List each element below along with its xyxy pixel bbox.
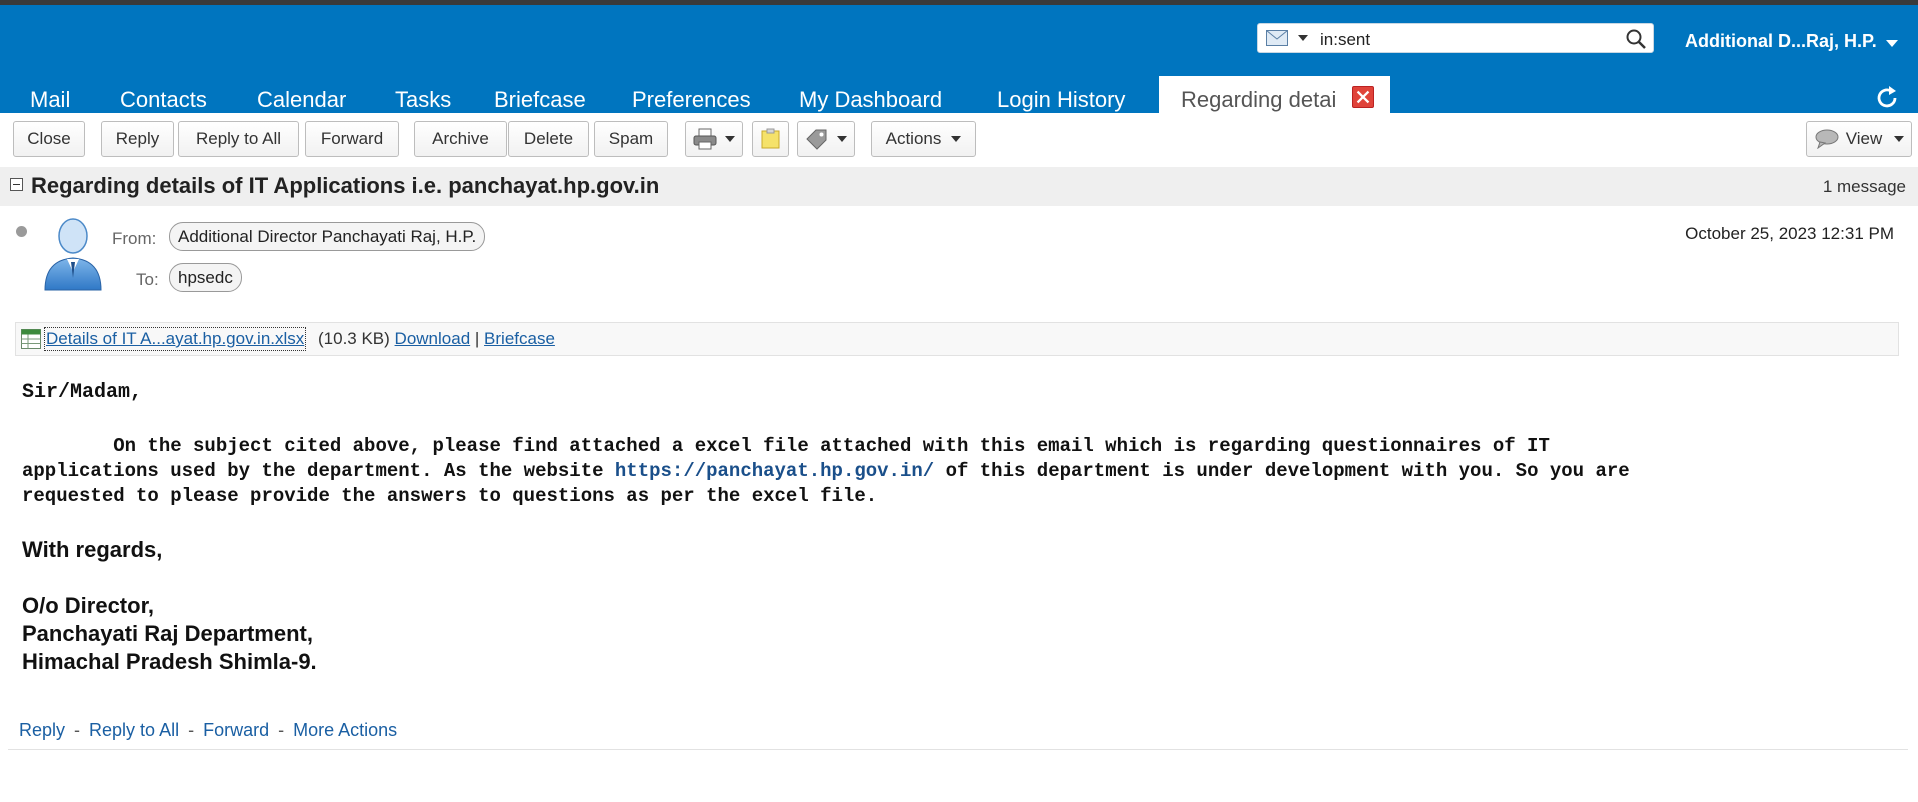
spam-button[interactable]: Spam (594, 121, 668, 157)
attachment-meta: (10.3 KB) Download | Briefcase (318, 329, 555, 349)
conversation-view-icon (1815, 129, 1839, 149)
tab-briefcase[interactable]: Briefcase (494, 87, 586, 113)
view-button[interactable]: View (1806, 121, 1912, 157)
tab-tasks[interactable]: Tasks (395, 87, 451, 113)
sticky-note-button[interactable] (752, 121, 789, 157)
tag-button[interactable] (797, 121, 855, 157)
tab-contacts[interactable]: Contacts (120, 87, 207, 113)
close-tab-icon[interactable] (1352, 86, 1374, 108)
actions-caret-icon (951, 136, 962, 142)
message-count: 1 message (1822, 177, 1906, 196)
search-input[interactable]: in:sent (1320, 30, 1370, 50)
print-button[interactable] (685, 121, 743, 157)
footer-separator: - (188, 720, 195, 740)
tab-my-dashboard[interactable]: My Dashboard (799, 87, 942, 113)
search-type-caret-icon[interactable] (1298, 35, 1308, 41)
user-menu[interactable]: Additional D...Raj, H.P. (1685, 31, 1877, 52)
attachment-filename-link[interactable]: Details of IT A...ayat.hp.gov.in.xlsx (44, 327, 307, 351)
signature-line-3: Himachal Pradesh Shimla-9. (22, 649, 317, 674)
to-label: To: (136, 270, 159, 289)
tag-icon (806, 129, 827, 150)
tab-mail[interactable]: Mail (30, 87, 70, 113)
message-toolbar: Close Reply Reply to All Forward Archive… (0, 113, 1918, 165)
archive-button[interactable]: Archive (414, 121, 507, 157)
footer-separator: - (278, 720, 285, 740)
attachment-briefcase-link[interactable]: Briefcase (484, 329, 555, 348)
tab-preferences[interactable]: Preferences (632, 87, 751, 113)
actions-button[interactable]: Actions (871, 121, 976, 157)
tab-regarding-details[interactable]: Regarding detai (1159, 76, 1390, 118)
website-link[interactable]: https://panchayat.hp.gov.in/ (615, 460, 934, 482)
search-box[interactable]: in:sent (1257, 23, 1654, 53)
print-caret-icon (725, 136, 735, 142)
actions-label: Actions (885, 129, 942, 148)
body-greeting: Sir/Madam, (22, 381, 143, 404)
forward-button[interactable]: Forward (305, 121, 399, 157)
body-line-2-end: of this department is under development … (934, 460, 1630, 482)
to-address-chip[interactable]: hpsedc (169, 263, 242, 292)
attachment-separator: | (474, 329, 480, 348)
read-status-icon[interactable] (16, 226, 27, 237)
tab-calendar[interactable]: Calendar (257, 87, 346, 113)
spreadsheet-file-icon (21, 329, 41, 349)
attachment-download-link[interactable]: Download (395, 329, 471, 348)
tag-caret-icon (837, 136, 847, 142)
from-label: From: (112, 229, 157, 248)
signature-line-1: O/o Director, (22, 593, 155, 618)
footer-reply-link[interactable]: Reply (19, 720, 65, 740)
app-header: in:sent Additional D...Raj, H.P. Mail Co… (0, 5, 1918, 118)
attachment-bar: Details of IT A...ayat.hp.gov.in.xlsx (1… (15, 322, 1899, 356)
delete-button[interactable]: Delete (508, 121, 589, 157)
message-footer-actions: Reply - Reply to All - Forward - More Actions (19, 720, 397, 741)
body-line-3: requested to please provide the answers … (22, 485, 878, 507)
body-paragraph: On the subject cited above, please find … (22, 434, 1902, 509)
print-icon (693, 128, 717, 150)
view-label: View (1845, 129, 1883, 148)
close-button[interactable]: Close (13, 121, 85, 157)
refresh-icon[interactable] (1874, 85, 1900, 111)
collapse-icon[interactable] (10, 178, 23, 191)
view-caret-icon (1894, 136, 1905, 142)
search-icon[interactable] (1625, 28, 1647, 50)
reply-all-button[interactable]: Reply to All (178, 121, 299, 157)
body-line-1: On the subject cited above, please find … (22, 435, 1550, 457)
reply-button[interactable]: Reply (101, 121, 174, 157)
signature-regards: With regards, (22, 537, 163, 562)
message-date: October 25, 2023 12:31 PM (1685, 224, 1894, 243)
footer-separator: - (74, 720, 81, 740)
tab-regarding-details-label: Regarding detai (1181, 87, 1337, 112)
attachment-size: (10.3 KB) (318, 329, 390, 348)
footer-reply-all-link[interactable]: Reply to All (89, 720, 179, 740)
mail-type-icon[interactable] (1266, 30, 1288, 46)
sender-avatar-icon (44, 218, 102, 291)
footer-more-actions-link[interactable]: More Actions (293, 720, 397, 740)
conversation-header: Regarding details of IT Applications i.e… (0, 167, 1918, 206)
user-menu-caret-icon[interactable] (1886, 40, 1898, 47)
signature-line-2: Panchayati Raj Department, (22, 621, 313, 646)
conversation-subject: Regarding details of IT Applications i.e… (31, 173, 660, 198)
footer-divider (8, 749, 1908, 750)
tab-login-history[interactable]: Login History (997, 87, 1125, 113)
body-line-2-start: applications used by the department. As … (22, 460, 615, 482)
from-address-chip[interactable]: Additional Director Panchayati Raj, H.P. (169, 222, 486, 251)
sticky-note-icon (761, 128, 779, 149)
footer-forward-link[interactable]: Forward (203, 720, 269, 740)
